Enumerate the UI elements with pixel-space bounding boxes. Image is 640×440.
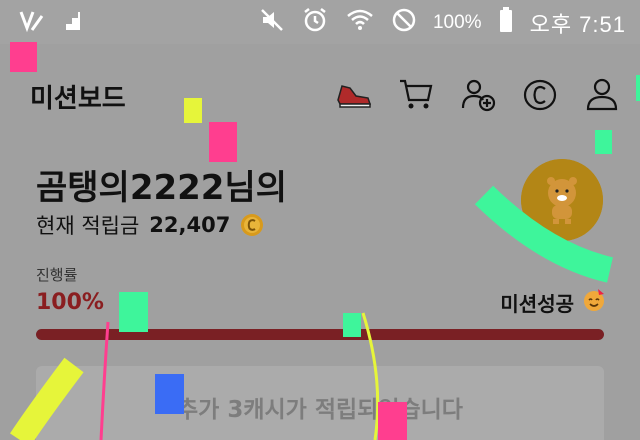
header-actions xyxy=(334,74,622,114)
battery-icon xyxy=(498,6,514,39)
balance-row: 현재 적립금 22,407 xyxy=(36,210,264,240)
add-friend-icon[interactable] xyxy=(458,74,498,114)
progress-bar xyxy=(36,329,604,340)
reward-notice-text: 추가 3캐시가 적립되었습니다 xyxy=(177,397,463,423)
alarm-icon xyxy=(301,6,329,39)
progress-label: 진행률 xyxy=(36,266,78,284)
balance-amount: 22,407 xyxy=(149,213,231,237)
avatar[interactable] xyxy=(521,159,603,241)
mission-status: 미션성공 xyxy=(500,288,606,317)
wifi-icon xyxy=(345,7,375,38)
progress-percent: 100% xyxy=(36,290,104,315)
progress-bar-fill xyxy=(36,329,604,340)
coin-icon xyxy=(240,213,264,237)
mission-status-text: 미션성공 xyxy=(500,292,574,316)
status-clock: 오후 7:51 xyxy=(529,11,626,37)
signal-stairs-icon xyxy=(58,10,82,37)
page-title: 미션보드 xyxy=(30,84,126,114)
mute-icon xyxy=(259,7,285,38)
blocked-icon xyxy=(391,7,417,38)
cash-coin-icon[interactable] xyxy=(520,74,560,114)
battery-percent: 100% xyxy=(432,11,482,33)
celebrate-emoji-icon xyxy=(582,288,606,317)
mission-board-screen: 미션보드 곰탱의2222님의 현재 적립금 22,407 진행률 100% 미션… xyxy=(0,44,640,440)
username-heading: 곰탱의2222님의 xyxy=(36,168,288,208)
status-bar: 100% 오후 7:51 xyxy=(0,0,640,44)
cart-icon[interactable] xyxy=(396,74,436,114)
app-logo-icon xyxy=(18,8,44,39)
reward-notice-card: 추가 3캐시가 적립되었습니다 xyxy=(36,366,604,440)
profile-icon[interactable] xyxy=(582,74,622,114)
balance-label: 현재 적립금 xyxy=(36,214,140,238)
sneaker-icon[interactable] xyxy=(334,74,374,114)
